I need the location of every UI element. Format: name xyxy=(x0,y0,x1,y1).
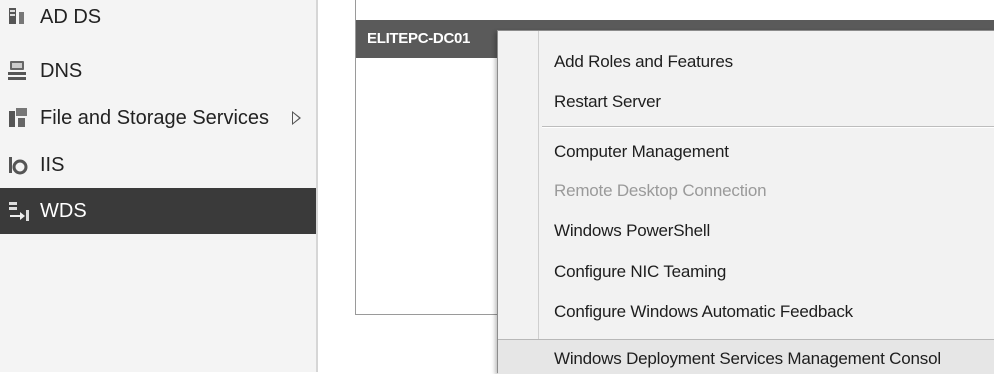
file-storage-icon xyxy=(6,105,32,131)
menu-item-windows-powershell[interactable]: Windows PowerShell xyxy=(554,221,710,241)
sidebar: AD DS DNS File and Storage Services IIS … xyxy=(0,0,318,372)
menu-item-computer-management[interactable]: Computer Management xyxy=(554,142,729,162)
sidebar-item-wds[interactable]: WDS xyxy=(0,188,316,234)
sidebar-item-label: IIS xyxy=(40,153,65,176)
sidebar-item-label: WDS xyxy=(40,199,87,222)
context-menu: Add Roles and Features Restart Server Co… xyxy=(497,30,994,374)
menu-item-windows-deployment-services-management-console[interactable]: Windows Deployment Services Management C… xyxy=(554,349,941,369)
sidebar-item-file-and-storage-services[interactable]: File and Storage Services xyxy=(0,95,316,141)
sidebar-item-dns[interactable]: DNS xyxy=(0,48,316,94)
dns-icon xyxy=(6,58,32,84)
menu-item-add-roles-and-features[interactable]: Add Roles and Features xyxy=(554,52,733,72)
expand-chevron-icon[interactable] xyxy=(292,111,301,125)
sidebar-item-iis[interactable]: IIS xyxy=(0,142,316,188)
wds-icon xyxy=(6,198,32,224)
menu-item-remote-desktop-connection: Remote Desktop Connection xyxy=(554,181,767,200)
sidebar-item-ad-ds[interactable]: AD DS xyxy=(0,0,316,40)
sidebar-item-label: File and Storage Services xyxy=(40,106,270,129)
menu-gutter xyxy=(538,31,539,373)
sidebar-item-label: DNS xyxy=(40,59,83,82)
sidebar-item-label: AD DS xyxy=(40,5,102,28)
ad-ds-icon xyxy=(6,4,32,30)
menu-item-configure-nic-teaming[interactable]: Configure NIC Teaming xyxy=(554,262,726,282)
menu-item-configure-windows-automatic-feedback[interactable]: Configure Windows Automatic Feedback xyxy=(554,302,853,322)
iis-icon xyxy=(6,152,32,178)
menu-separator xyxy=(542,126,994,128)
server-name: ELITEPC-DC01 xyxy=(367,30,471,47)
menu-item-restart-server[interactable]: Restart Server xyxy=(554,92,661,112)
